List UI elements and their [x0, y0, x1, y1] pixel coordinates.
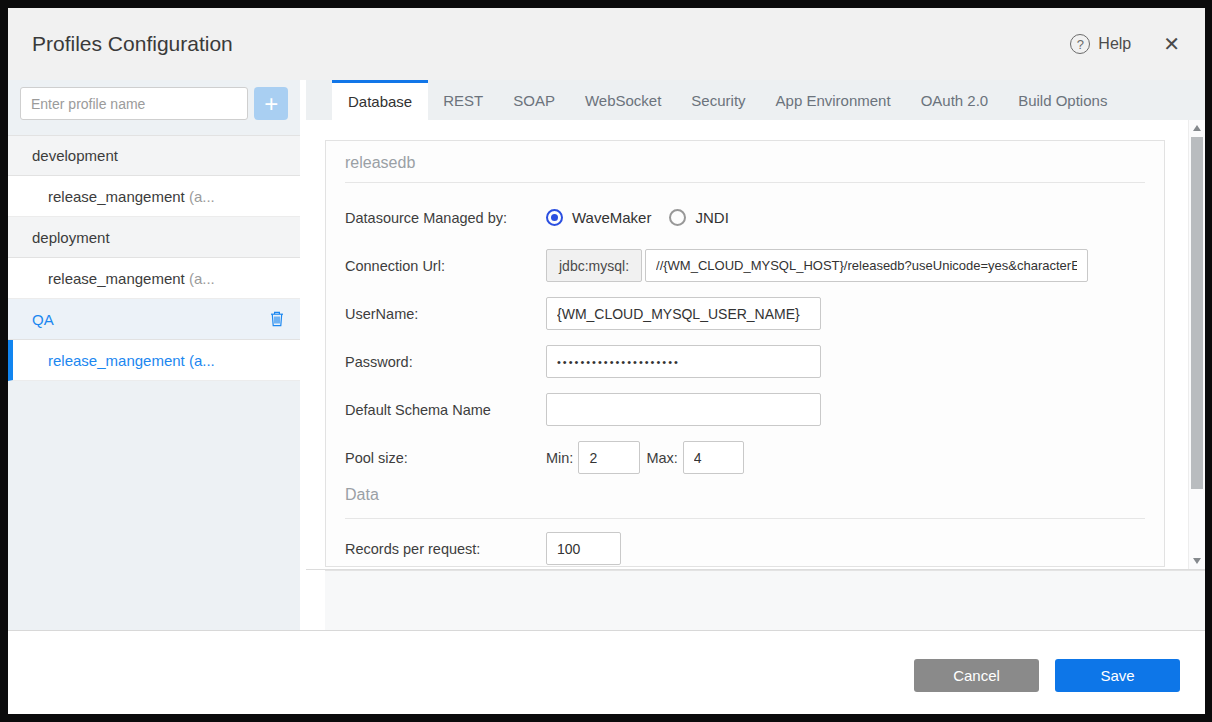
username-label: UserName: [345, 306, 546, 322]
username-input[interactable] [546, 297, 821, 330]
tab-rest[interactable]: REST [428, 80, 498, 120]
profile-detail-pane: Database REST SOAP WebSocket Security Ap… [306, 80, 1205, 630]
help-link[interactable]: Help [1098, 35, 1131, 53]
sidebar-item-release-mangement-deploy[interactable]: release_mangement (a... [8, 258, 300, 299]
pool-size-row: Pool size: Min: Max: [345, 441, 1145, 474]
sidebar-item-release-mangement-qa[interactable]: release_mangement (a... [8, 340, 300, 381]
tab-app-environment[interactable]: App Environment [761, 80, 906, 120]
close-icon[interactable]: ✕ [1163, 34, 1180, 54]
password-row: Password: [345, 345, 1145, 378]
dialog-footer: Cancel Save [8, 630, 1205, 714]
scroll-down-icon[interactable] [1193, 558, 1201, 564]
sidebar-item-release-mangement-dev[interactable]: release_mangement (a... [8, 176, 300, 217]
tab-websocket[interactable]: WebSocket [570, 80, 676, 120]
save-button[interactable]: Save [1055, 659, 1180, 692]
jdbc-prefix: jdbc:mysql: [546, 249, 642, 282]
schema-label: Default Schema Name [345, 402, 546, 418]
pool-max-input[interactable] [683, 441, 744, 474]
wavemaker-radio-label[interactable]: WaveMaker [572, 209, 651, 226]
header-actions: ? Help ✕ [1070, 34, 1180, 54]
records-input[interactable] [546, 532, 621, 565]
schema-row: Default Schema Name [345, 393, 1145, 426]
pool-min-input[interactable] [578, 441, 640, 474]
profile-name-input[interactable] [20, 87, 248, 120]
datasource-label: Datasource Managed by: [345, 210, 546, 226]
sidebar-item-qa[interactable]: QA [8, 299, 300, 340]
sidebar-item-development[interactable]: development [8, 135, 300, 176]
database-name-heading: releasedb [345, 141, 1145, 172]
tab-content-scroll-area: releasedb Datasource Managed by: WaveMak… [306, 120, 1205, 570]
sidebar-item-deployment[interactable]: deployment [8, 217, 300, 258]
profiles-sidebar: + development release_mangement (a... de… [8, 80, 300, 630]
password-label: Password: [345, 354, 546, 370]
scroll-up-icon[interactable] [1193, 125, 1201, 131]
dialog-title: Profiles Configuration [32, 32, 233, 56]
connection-url-label: Connection Url: [345, 258, 546, 274]
jndi-radio-label[interactable]: JNDI [695, 209, 728, 226]
schema-input[interactable] [546, 393, 821, 426]
database-config-card: releasedb Datasource Managed by: WaveMak… [325, 140, 1165, 567]
tab-bar: Database REST SOAP WebSocket Security Ap… [306, 80, 1205, 120]
help-icon[interactable]: ? [1070, 34, 1090, 54]
delete-profile-icon[interactable] [270, 311, 284, 327]
connection-url-input[interactable] [645, 249, 1088, 282]
tab-build-options[interactable]: Build Options [1003, 80, 1122, 120]
dialog-header: Profiles Configuration ? Help ✕ [8, 8, 1205, 80]
data-section-heading: Data [345, 486, 1145, 504]
records-row: Records per request: [345, 532, 1145, 565]
divider [345, 182, 1145, 183]
max-label: Max: [646, 450, 677, 466]
datasource-row: Datasource Managed by: WaveMaker JNDI [345, 201, 1145, 234]
profiles-configuration-dialog: Profiles Configuration ? Help ✕ + develo… [8, 8, 1205, 714]
password-input[interactable] [546, 345, 821, 378]
cancel-button[interactable]: Cancel [914, 659, 1039, 692]
tab-oauth[interactable]: OAuth 2.0 [906, 80, 1004, 120]
pool-size-label: Pool size: [345, 450, 546, 466]
jndi-radio[interactable] [669, 209, 686, 226]
wavemaker-radio[interactable] [546, 209, 563, 226]
datasource-radio-group: WaveMaker JNDI [546, 209, 729, 226]
divider [345, 518, 1145, 519]
records-label: Records per request: [345, 541, 546, 557]
min-label: Min: [546, 450, 573, 466]
tab-security[interactable]: Security [676, 80, 760, 120]
username-row: UserName: [345, 297, 1145, 330]
scrollbar-thumb[interactable] [1191, 137, 1203, 489]
add-profile-button[interactable]: + [254, 87, 288, 120]
connection-url-row: Connection Url: jdbc:mysql: [345, 249, 1145, 282]
tab-database[interactable]: Database [332, 80, 428, 120]
tab-content-footer-space [306, 570, 1205, 630]
vertical-scrollbar[interactable] [1188, 120, 1205, 569]
tab-soap[interactable]: SOAP [498, 80, 570, 120]
profile-search-row: + [8, 80, 300, 135]
